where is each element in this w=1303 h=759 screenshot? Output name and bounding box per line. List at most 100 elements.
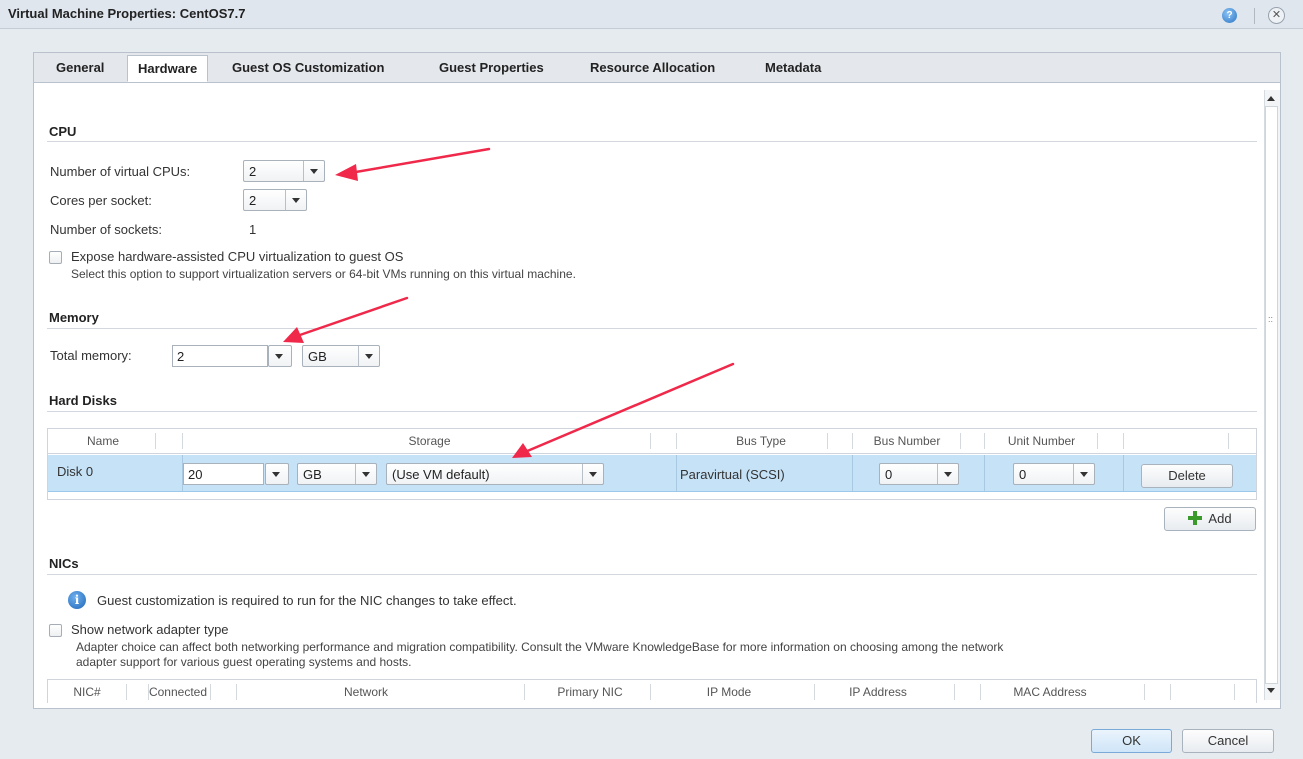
ok-button[interactable]: OK xyxy=(1091,729,1172,753)
column-separator xyxy=(155,433,156,449)
memory-unit-value: GB xyxy=(308,349,327,364)
tab-bar: General Hardware Guest OS Customization … xyxy=(34,53,1280,83)
column-separator xyxy=(1123,433,1124,449)
cpu-section-title: CPU xyxy=(49,124,77,139)
vcpus-select[interactable]: 2 xyxy=(243,160,325,182)
dialog-frame xyxy=(33,52,1281,709)
tab-guest-properties[interactable]: Guest Properties xyxy=(439,60,544,75)
help-icon[interactable]: ? xyxy=(1222,8,1237,23)
chevron-down-icon[interactable] xyxy=(285,190,306,210)
column-separator xyxy=(650,433,651,449)
chevron-down-icon[interactable] xyxy=(266,464,288,484)
column-separator xyxy=(1144,684,1145,700)
bus-number-value: 0 xyxy=(885,467,893,482)
tab-guest-os-customization[interactable]: Guest OS Customization xyxy=(232,60,384,75)
column-separator xyxy=(960,433,961,449)
column-separator xyxy=(1123,455,1124,491)
close-icon[interactable]: ✕ xyxy=(1268,7,1285,24)
column-separator xyxy=(210,684,211,700)
total-memory-input[interactable]: 2 xyxy=(172,345,268,367)
show-adapter-type-checkbox[interactable] xyxy=(49,624,62,637)
chevron-down-icon[interactable] xyxy=(358,346,379,366)
tab-hardware[interactable]: Hardware xyxy=(127,55,209,82)
chevron-down-icon[interactable] xyxy=(1073,464,1094,484)
chevron-down-icon[interactable] xyxy=(937,464,958,484)
window-title: Virtual Machine Properties: CentOS7.7 xyxy=(8,6,246,21)
disk-size-value: 20 xyxy=(188,467,203,482)
scrollbar-thumb[interactable] xyxy=(1265,106,1278,684)
column-header: Bus Number xyxy=(873,434,941,448)
section-divider xyxy=(47,574,1257,575)
total-memory-label: Total memory: xyxy=(50,348,132,363)
scroll-up-icon[interactable] xyxy=(1267,96,1275,101)
column-header: Network xyxy=(343,685,388,699)
tab-metadata[interactable]: Metadata xyxy=(765,60,821,75)
expose-virtualization-checkbox[interactable] xyxy=(49,251,62,264)
column-header: Bus Type xyxy=(736,434,786,448)
column-header: IP Address xyxy=(849,685,907,699)
scroll-grip-icon: :: xyxy=(1268,314,1274,324)
disk-size-input[interactable]: 20 xyxy=(183,463,264,485)
bus-type-value: Paravirtual (SCSI) xyxy=(680,467,785,482)
column-header: Connected xyxy=(148,685,208,699)
adapter-help-line-2: adapter support for various guest operat… xyxy=(76,655,412,669)
cancel-button[interactable]: Cancel xyxy=(1182,729,1274,753)
vcpus-value: 2 xyxy=(249,164,257,179)
plus-icon xyxy=(1188,511,1203,525)
total-memory-dropdown[interactable] xyxy=(268,345,292,367)
column-separator xyxy=(1234,684,1235,700)
delete-disk-button[interactable]: Delete xyxy=(1141,464,1233,488)
tab-general[interactable]: General xyxy=(56,60,104,75)
nic-info-text: Guest customization is required to run f… xyxy=(97,593,517,608)
storage-policy-value: (Use VM default) xyxy=(392,467,490,482)
section-divider xyxy=(47,328,1257,329)
info-icon: i xyxy=(68,591,86,609)
hard-disks-section-title: Hard Disks xyxy=(49,393,117,408)
cores-value: 2 xyxy=(249,193,257,208)
column-header: MAC Address xyxy=(1013,685,1087,699)
column-header: IP Mode xyxy=(706,685,752,699)
column-header: Primary NIC xyxy=(557,685,623,699)
expose-virtualization-help: Select this option to support virtualiza… xyxy=(71,267,576,281)
cores-label: Cores per socket: xyxy=(50,193,152,208)
chevron-down-icon[interactable] xyxy=(269,346,291,366)
add-disk-button[interactable]: Add xyxy=(1164,507,1256,531)
hard-disks-header: Name Storage Bus Type Bus Number Unit Nu… xyxy=(48,429,1256,454)
storage-policy-select[interactable]: (Use VM default) xyxy=(386,463,604,485)
column-separator xyxy=(1097,433,1098,449)
cores-select[interactable]: 2 xyxy=(243,189,307,211)
expose-virtualization-label: Expose hardware-assisted CPU virtualizat… xyxy=(71,249,404,264)
bus-number-select[interactable]: 0 xyxy=(879,463,959,485)
show-adapter-type-label: Show network adapter type xyxy=(71,622,229,637)
column-header: NIC# xyxy=(73,685,101,699)
disk-unit-select[interactable]: GB xyxy=(297,463,377,485)
title-bar: Virtual Machine Properties: CentOS7.7 xyxy=(0,0,1303,29)
title-separator xyxy=(1254,8,1255,24)
memory-section-title: Memory xyxy=(49,310,99,325)
chevron-down-icon[interactable] xyxy=(303,161,324,181)
disk-size-dropdown[interactable] xyxy=(265,463,289,485)
nics-section-title: NICs xyxy=(49,556,79,571)
section-divider xyxy=(47,411,1257,412)
total-memory-value: 2 xyxy=(177,349,185,364)
nics-table-header: NIC# Connected Network Primary NIC IP Mo… xyxy=(47,679,1257,703)
tab-resource-allocation[interactable]: Resource Allocation xyxy=(590,60,715,75)
sockets-label: Number of sockets: xyxy=(50,222,162,237)
vcpus-label: Number of virtual CPUs: xyxy=(50,164,191,179)
scroll-down-icon[interactable] xyxy=(1267,688,1275,693)
column-separator xyxy=(126,684,127,700)
section-divider xyxy=(47,141,1257,142)
unit-number-select[interactable]: 0 xyxy=(1013,463,1095,485)
chevron-down-icon[interactable] xyxy=(355,464,376,484)
chevron-down-icon[interactable] xyxy=(582,464,603,484)
column-separator xyxy=(827,433,828,449)
column-header: Unit Number xyxy=(1007,434,1076,448)
sockets-value: 1 xyxy=(249,222,257,237)
unit-number-value: 0 xyxy=(1019,467,1027,482)
memory-unit-select[interactable]: GB xyxy=(302,345,380,367)
adapter-help-line-1: Adapter choice can affect both networkin… xyxy=(76,640,1004,654)
disk-unit-value: GB xyxy=(303,467,322,482)
column-header: Storage xyxy=(408,434,451,448)
column-separator xyxy=(676,455,677,491)
column-header: Name xyxy=(86,434,119,448)
